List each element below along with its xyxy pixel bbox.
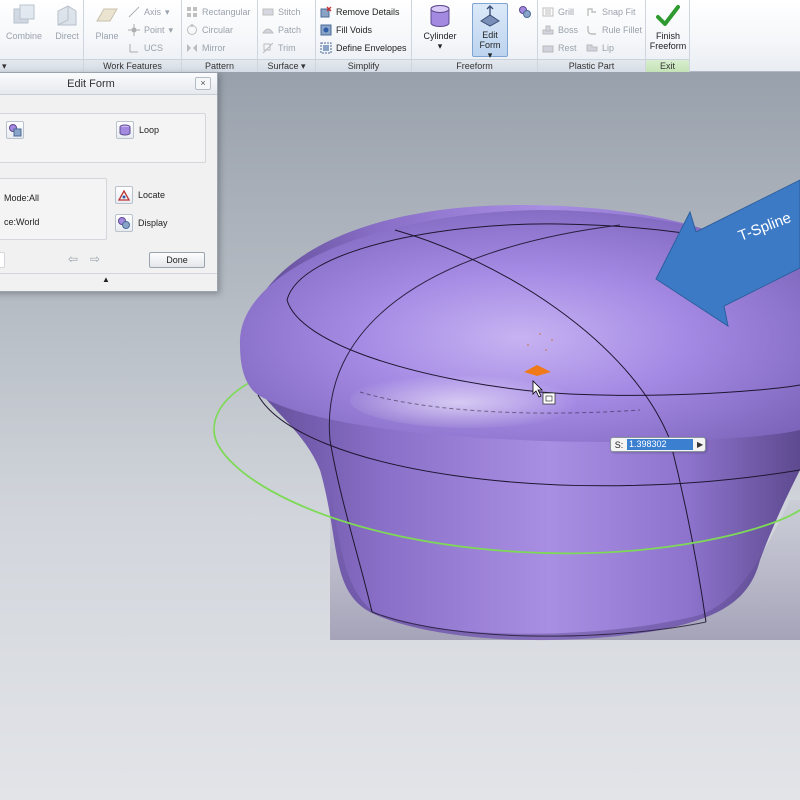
axis-icon [128, 6, 140, 18]
panel-surface-title[interactable]: Surface ▾ [258, 59, 315, 72]
lip-icon [586, 44, 598, 52]
panel-simplify-title: Simplify [316, 59, 411, 72]
panel-surface: Stitch Patch Trim Surface ▾ [258, 0, 316, 72]
edit-form-icon [480, 5, 500, 27]
axis-button[interactable]: Axis ▾ [128, 4, 170, 20]
space-selector[interactable]: ce:World [4, 217, 39, 227]
value-label: S: [614, 439, 624, 450]
panel-work-features-title: Work Features [84, 59, 181, 72]
panel-plastic-part: Grill Boss Rest Snap Fit Rule Fillet Lip… [519, 0, 646, 72]
panel-simplify: Remove Details Fill Voids Define Envelop… [316, 0, 412, 72]
snap-fit-button[interactable]: Snap Fit [586, 4, 636, 20]
value-field[interactable]: 1.398302 [627, 439, 693, 450]
locate-button[interactable]: Locate [115, 186, 165, 204]
rule-fillet-button[interactable]: Rule Fillet [586, 22, 642, 38]
panel-freeform-title: Freeform [412, 59, 537, 72]
panel-plastic-part-title: Plastic Part [538, 59, 645, 72]
undo-button[interactable]: ⇦ [63, 252, 83, 268]
point-icon [128, 24, 140, 36]
rectangular-button[interactable]: Rectangular [186, 4, 251, 20]
dialog-title: Edit Form [0, 73, 217, 95]
grill-icon [542, 7, 554, 17]
panel-modify-title[interactable]: ▾ [0, 59, 83, 72]
select-filter-button[interactable] [6, 121, 24, 139]
rest-icon [542, 45, 554, 53]
point-button[interactable]: Point ▾ [128, 22, 173, 38]
mirror-icon [187, 44, 197, 52]
finish-freeform-button[interactable]: Finish Freeform [646, 3, 690, 51]
expand-arrow-icon[interactable]: ▲ [0, 273, 217, 285]
rule-fillet-icon [587, 26, 596, 35]
done-button[interactable]: Done [149, 252, 205, 268]
snap-fit-icon [587, 8, 596, 16]
ucs-button[interactable]: UCS [128, 40, 163, 56]
mirror-button[interactable]: Mirror [186, 40, 226, 56]
define-envelopes-icon [320, 42, 332, 54]
plastic-part-icon [519, 6, 531, 18]
value-stepper-icon[interactable]: ▶ [697, 440, 703, 449]
transform-group: Mode:All ce:World [0, 178, 107, 240]
panel-work-features: Plane Axis ▾ Point ▾ UCS Work Features [84, 0, 182, 72]
circular-pattern-icon [187, 24, 197, 35]
panel-exit: Finish Freeform Exit [646, 0, 690, 72]
edit-form-button[interactable]: Edit Form ▾ [472, 3, 508, 60]
circular-button[interactable]: Circular [186, 22, 233, 38]
boss-button[interactable]: Boss [542, 22, 578, 38]
direct-button[interactable]: Direct [50, 3, 84, 41]
stitch-icon [262, 8, 274, 16]
ribbon: Combine Direct ▾ Plane Axis ▾ Point ▾ UCS … [0, 0, 800, 72]
mode-selector[interactable]: Mode:All [4, 193, 39, 203]
panel-exit-title: Exit [646, 59, 689, 72]
rectangular-pattern-icon [187, 7, 197, 17]
plane-icon [96, 8, 118, 22]
direct-edit-icon [57, 5, 77, 26]
loop-button[interactable]: Loop [116, 121, 159, 139]
selection-group: Loop [0, 113, 206, 163]
trim-button[interactable]: Trim [262, 40, 296, 56]
define-envelopes-button[interactable]: Define Envelopes [320, 40, 407, 56]
fill-voids-button[interactable]: Fill Voids [320, 22, 372, 38]
panel-pattern: Rectangular Circular Mirror Pattern [182, 0, 258, 72]
combine-icon [13, 4, 35, 24]
checkmark-icon [656, 5, 680, 26]
remove-details-button[interactable]: Remove Details [320, 4, 400, 20]
panel-pattern-title: Pattern [182, 59, 257, 72]
plane-button[interactable]: Plane [88, 3, 126, 41]
cylinder-button[interactable]: Cylinder ▾ [416, 3, 464, 51]
trim-icon [262, 42, 274, 54]
select-filter-icon [9, 124, 22, 137]
ucs-icon [129, 44, 138, 53]
combine-button[interactable]: Combine [4, 3, 44, 41]
cylinder-icon [430, 5, 450, 27]
stitch-button[interactable]: Stitch [262, 4, 301, 20]
lip-button[interactable]: Lip [586, 40, 614, 56]
display-icon [118, 217, 130, 229]
left-edge-field[interactable] [0, 252, 5, 268]
edit-form-dialog: Edit Form × Loop Mode:All ce:World Locat… [0, 72, 218, 292]
scale-value-input[interactable]: S: 1.398302 ▶ [610, 437, 706, 452]
panel-modify: Combine Direct ▾ [0, 0, 84, 72]
patch-button[interactable]: Patch [262, 22, 301, 38]
plastic-part-tool-button[interactable] [518, 4, 532, 20]
patch-icon [262, 28, 274, 34]
redo-button[interactable]: ⇨ [85, 252, 105, 268]
boss-icon [542, 25, 554, 35]
fill-voids-icon [320, 24, 332, 36]
close-button[interactable]: × [195, 77, 211, 90]
loop-icon [119, 124, 131, 136]
remove-details-icon [320, 6, 332, 18]
rest-button[interactable]: Rest [542, 40, 577, 56]
display-button[interactable]: Display [115, 214, 168, 232]
locate-icon [117, 189, 131, 201]
grill-button[interactable]: Grill [542, 4, 574, 20]
